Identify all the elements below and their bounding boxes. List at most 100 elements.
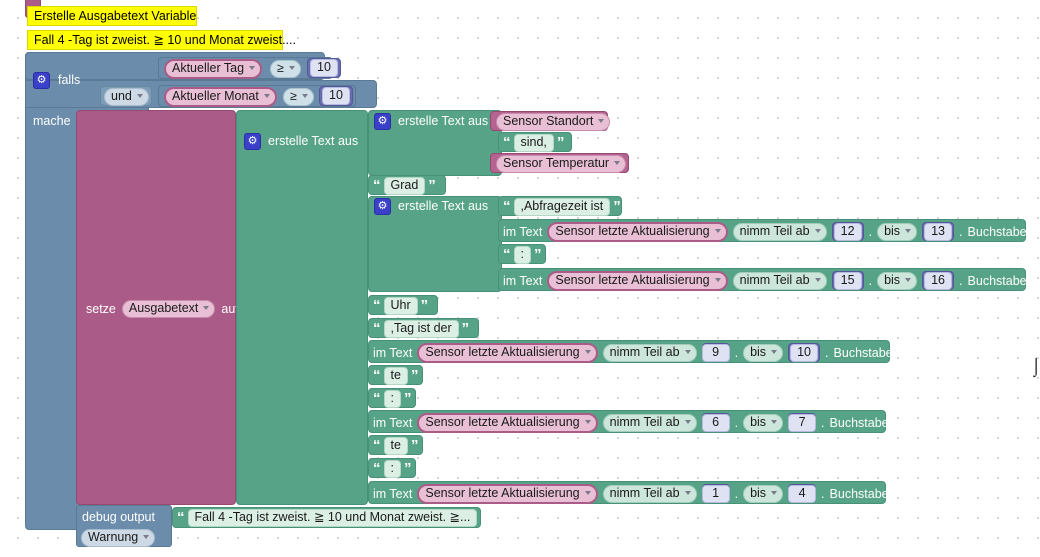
comment-bubble-1[interactable]: Erstelle Ausgabetext Variable — [27, 6, 197, 26]
close-quote-icon: ” — [420, 297, 429, 315]
substring-to-number-field[interactable]: 4 — [788, 485, 817, 503]
comment-text-1: Erstelle Ausgabetext Variable — [34, 8, 197, 23]
substring-to-number-field[interactable]: 7 — [788, 414, 817, 432]
string-abfragezeit-field[interactable]: ,Abfragezeit ist — [513, 198, 611, 216]
substring-from-number-field[interactable]: 1 — [701, 485, 730, 503]
substring-variable-label: Sensor letzte Aktualisierung — [425, 415, 580, 429]
substring-variable-dropdown[interactable]: Sensor letzte Aktualisierung — [417, 413, 598, 433]
substring-to-mode-dropdown[interactable]: bis — [877, 223, 918, 241]
substring-from-number-block[interactable]: 1 — [701, 484, 730, 504]
string-colon-2-field[interactable]: : — [383, 390, 401, 408]
gear-icon[interactable]: ⚙ — [374, 198, 391, 215]
debug-message-field[interactable]: Fall 4 -Tag ist zweist. ≧ 10 und Monat z… — [187, 509, 478, 527]
substring-to-number-field[interactable]: 10 — [790, 344, 819, 362]
substring-from-number-field[interactable]: 15 — [833, 272, 862, 290]
set-keyword: setze — [86, 301, 116, 316]
open-quote-icon: “ — [373, 437, 381, 455]
substring-from-number-block[interactable]: 9 — [701, 343, 730, 363]
open-quote-icon: “ — [373, 320, 381, 338]
string-sind-field[interactable]: sind, — [513, 134, 554, 152]
substring-to-number-block[interactable]: 13 — [922, 222, 955, 242]
gear-icon[interactable]: ⚙ — [244, 133, 261, 150]
gear-icon[interactable]: ⚙ — [374, 113, 391, 130]
substring-from-mode-dropdown[interactable]: nimm Teil ab — [602, 414, 697, 432]
substring-to-number-field[interactable]: 16 — [924, 272, 953, 290]
string-te-1-field[interactable]: te — [383, 367, 408, 385]
substring-from-label: nimm Teil ab — [609, 345, 680, 359]
substring-from-mode-dropdown[interactable]: nimm Teil ab — [732, 272, 827, 290]
chevron-down-icon — [614, 161, 621, 166]
substring-from-suffix: . — [868, 273, 873, 288]
text-join-inner-1-label: erstelle Text aus — [398, 114, 489, 129]
condition-1-number-block[interactable]: 10 — [307, 58, 341, 78]
substring-from-number-field[interactable]: 9 — [701, 344, 730, 362]
condition-2-variable-dropdown[interactable]: Aktueller Monat — [164, 87, 277, 107]
substring-from-mode-dropdown[interactable]: nimm Teil ab — [602, 344, 697, 362]
text-join-outer-block[interactable] — [236, 110, 368, 505]
chevron-down-icon — [143, 535, 150, 540]
open-quote-icon: “ — [373, 367, 381, 385]
substring-variable-label: Sensor letzte Aktualisierung — [425, 486, 580, 500]
condition-1-number-field[interactable]: 10 — [310, 59, 338, 77]
substring-to-number-field[interactable]: 13 — [924, 223, 953, 241]
substring-to-mode-dropdown[interactable]: bis — [743, 414, 784, 432]
substring-to-mode-dropdown[interactable]: bis — [877, 272, 918, 290]
substring-from-number-field[interactable]: 12 — [833, 223, 862, 241]
chevron-down-icon — [771, 420, 778, 425]
substring-variable-dropdown[interactable]: Sensor letzte Aktualisierung — [417, 484, 598, 504]
blockly-workspace[interactable]: Erstelle Ausgabetext Variable Fall 4 -Ta… — [0, 0, 1040, 557]
substring-to-mode-dropdown[interactable]: bis — [743, 344, 784, 362]
substring-from-number-block[interactable]: 12 — [831, 222, 864, 242]
string-colon-3-field[interactable]: : — [383, 460, 401, 478]
close-quote-icon: ” — [480, 509, 488, 527]
set-variable-dropdown[interactable]: Ausgabetext — [121, 300, 216, 318]
string-uhr-field[interactable]: Uhr — [383, 297, 418, 315]
string-colon-1-field[interactable]: : — [513, 246, 531, 264]
open-quote-icon: “ — [373, 460, 381, 478]
substring-in-text-label: im Text — [373, 345, 413, 360]
comment-bubble-2[interactable]: Fall 4 -Tag ist zweist. ≧ 10 und Monat z… — [27, 30, 296, 50]
substring-from-number-block[interactable]: 6 — [701, 413, 730, 433]
substring-to-suffix: . — [959, 273, 963, 288]
substring-15-16-group: im Text Sensor letzte Aktualisierung nim… — [503, 271, 1027, 291]
chevron-down-icon — [301, 94, 308, 99]
do-label: mache — [33, 114, 71, 128]
condition-2-variable-label: Aktueller Monat — [172, 89, 259, 103]
substring-from-number-field[interactable]: 6 — [701, 414, 730, 432]
gear-icon[interactable]: ⚙ — [33, 72, 50, 89]
substring-from-mode-dropdown[interactable]: nimm Teil ab — [602, 485, 697, 503]
chevron-down-icon — [814, 278, 821, 283]
substring-to-mode-dropdown[interactable]: bis — [743, 485, 784, 503]
substring-variable-dropdown[interactable]: Sensor letzte Aktualisierung — [417, 343, 598, 363]
sensor-temperatur-dropdown[interactable]: Sensor Temperatur — [496, 155, 627, 173]
substring-to-label: bis — [884, 224, 901, 238]
condition-2-number-block[interactable]: 10 — [319, 86, 353, 106]
condition-2-number-field[interactable]: 10 — [322, 87, 350, 105]
substring-to-number-block[interactable]: 7 — [788, 413, 817, 433]
condition-2-operator-dropdown[interactable]: ≥ — [283, 88, 314, 106]
chevron-down-icon — [136, 94, 143, 99]
substring-variable-dropdown[interactable]: Sensor letzte Aktualisierung — [547, 222, 728, 242]
text-join-inner-2-label: erstelle Text aus — [398, 199, 489, 214]
open-quote-icon: “ — [503, 134, 511, 152]
and-operator-dropdown[interactable]: und — [104, 88, 149, 106]
string-tag-ist-der-field[interactable]: ,Tag ist der — [383, 320, 459, 338]
string-te-2-field[interactable]: te — [383, 437, 408, 455]
substring-to-number-block[interactable]: 10 — [788, 343, 821, 363]
chevron-down-icon — [814, 229, 821, 234]
debug-level-dropdown[interactable]: Warnung — [81, 529, 156, 547]
substring-variable-dropdown[interactable]: Sensor letzte Aktualisierung — [547, 271, 728, 291]
substring-from-number-block[interactable]: 15 — [831, 271, 864, 291]
substring-to-number-block[interactable]: 16 — [922, 271, 955, 291]
substring-from-mode-dropdown[interactable]: nimm Teil ab — [732, 223, 827, 241]
string-colon-2-group: “ : ” — [373, 390, 411, 408]
close-quote-icon: ” — [613, 198, 621, 216]
condition-1-operator-dropdown[interactable]: ≥ — [270, 60, 301, 78]
substring-to-number-block[interactable]: 4 — [788, 484, 817, 504]
sensor-standort-dropdown[interactable]: Sensor Standort — [496, 113, 611, 131]
string-grad-field[interactable]: Grad — [383, 177, 426, 195]
substring-from-label: nimm Teil ab — [609, 486, 680, 500]
substring-from-label: nimm Teil ab — [739, 273, 810, 287]
condition-1-variable-dropdown[interactable]: Aktueller Tag — [164, 59, 263, 79]
substring-from-suffix: . — [734, 345, 739, 360]
